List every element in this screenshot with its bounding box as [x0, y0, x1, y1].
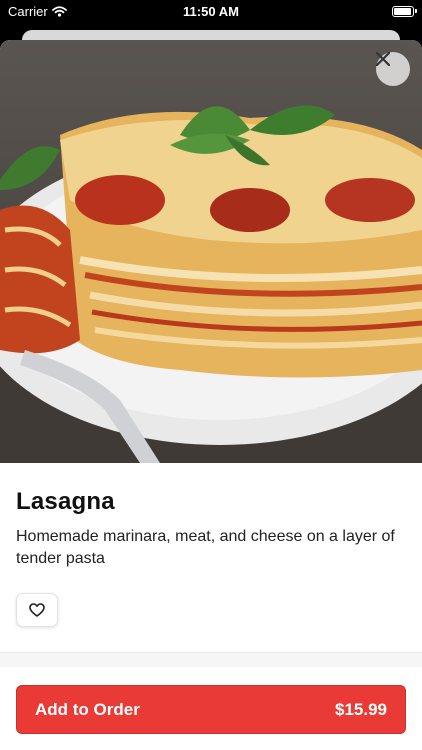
- heart-outline-icon: [29, 603, 45, 617]
- item-photo: [0, 40, 422, 463]
- item-title: Lasagna: [16, 488, 115, 515]
- item-detail-sheet: Lasagna Homemade marinara, meat, and che…: [0, 40, 422, 750]
- battery-fill: [394, 8, 411, 15]
- close-icon: [376, 52, 390, 66]
- add-to-order-label: Add to Order: [35, 699, 140, 719]
- status-bar: Carrier 11:50 AM: [0, 0, 422, 24]
- item-price: $15.99: [335, 699, 387, 719]
- close-button[interactable]: [376, 52, 410, 86]
- status-time: 11:50 AM: [183, 4, 239, 19]
- add-to-order-button[interactable]: Add to Order $15.99: [16, 685, 406, 734]
- footer-separator: [0, 653, 422, 667]
- favorite-button[interactable]: [16, 593, 58, 627]
- lasagna-illustration: [0, 105, 422, 463]
- battery-icon: [392, 6, 417, 17]
- item-description: Homemade marinara, meat, and cheese on a…: [16, 528, 395, 567]
